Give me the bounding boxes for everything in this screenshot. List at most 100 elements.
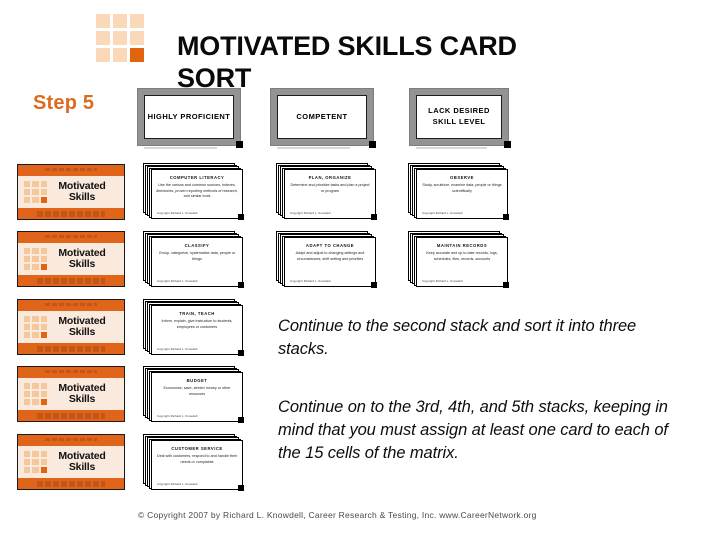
logo-cell (130, 31, 144, 45)
column-header-label: LACK DESIRED SKILL LEVEL (416, 95, 502, 139)
card-corner-marker-icon (238, 417, 244, 423)
card-body: Adapt and adjust to changing settings an… (295, 251, 365, 261)
card-body: Use the various and common sources, inde… (156, 183, 238, 199)
ms-card-bottom-band (18, 275, 124, 286)
column-header-highly-proficient: HIGHLY PROFICIENT (137, 88, 243, 149)
instruction-paragraph-1: Continue to the second stack and sort it… (278, 317, 637, 358)
logo-cell (113, 48, 127, 62)
ms-card-grid-icon (24, 451, 47, 473)
card-body: Determine and prioritize tasks and plan … (290, 183, 370, 193)
card-title: MAINTAIN RECORDS (436, 243, 488, 249)
card-title: OBSERVE (450, 175, 474, 181)
ms-card-title: Motivated Skills (58, 246, 106, 270)
card-corner-marker-icon (238, 214, 244, 220)
column-header-label: COMPETENT (277, 95, 367, 139)
ms-card-body: Motivated Skills (18, 176, 124, 208)
card-corner-marker-icon (236, 141, 243, 148)
card-corner-marker-icon (238, 350, 244, 356)
motivated-skills-logo-icon (96, 14, 144, 62)
slide-canvas: Step 5 MOTIVATED SKILLS CARD SORT HIGHLY… (0, 0, 720, 540)
card-title: CUSTOMER SERVICE (171, 446, 223, 452)
card-corner-marker-icon (503, 214, 509, 220)
card-body: Deal with customers, respond to and hand… (156, 454, 238, 464)
card-body: Inform, explain, give instruction to stu… (161, 319, 233, 329)
motivated-skills-card: Motivated Skills (17, 231, 125, 287)
stack-front-card[interactable]: BUDGET Economize, save, stretch money or… (151, 372, 243, 423)
card-body: Study, scrutinize, examine data, people … (422, 183, 502, 193)
card-corner-marker-icon (371, 214, 377, 220)
card-footer: Copyright Richard L. Knowdell (422, 279, 463, 284)
card-corner-marker-icon (503, 282, 509, 288)
stack-front-card[interactable]: CUSTOMER SERVICE Deal with customers, re… (151, 440, 243, 491)
card-stack[interactable]: CUSTOMER SERVICE Deal with customers, re… (143, 434, 244, 492)
card-footer: Copyright Richard L. Knowdell (157, 211, 198, 216)
stack-front-card[interactable]: PLAN, ORGANIZE Determine and prioritize … (284, 169, 376, 220)
ms-card-body: Motivated Skills (18, 243, 124, 275)
page-title: MOTIVATED SKILLS CARD SORT (177, 31, 517, 93)
ms-card-top-band (18, 367, 124, 378)
column-header-label: HIGHLY PROFICIENT (144, 95, 234, 139)
stack-front-card[interactable]: ADAPT TO CHANGE Adapt and adjust to chan… (284, 237, 376, 288)
ms-card-top-band (18, 165, 124, 176)
stack-front-card[interactable]: CLASSIFY Group, categorize, systematize … (151, 237, 243, 288)
card-footer: Copyright Richard L. Knowdell (422, 211, 463, 216)
ms-card-bottom-band (18, 410, 124, 421)
ms-card-grid-icon (24, 316, 47, 338)
card-stack[interactable]: PLAN, ORGANIZE Determine and prioritize … (276, 163, 377, 221)
column-header-competent: COMPETENT (270, 88, 376, 149)
ms-card-grid-icon (24, 181, 47, 203)
ms-card-bottom-band (18, 208, 124, 219)
stack-shadow-line (277, 147, 351, 149)
card-title: PLAN, ORGANIZE (308, 175, 352, 181)
ms-card-bottom-band (18, 343, 124, 354)
ms-card-top-band (18, 232, 124, 243)
logo-cell (113, 31, 127, 45)
stack-front-card[interactable]: OBSERVE Study, scrutinize, examine data,… (416, 169, 508, 220)
card-stack[interactable]: MAINTAIN RECORDS Keep accurate and up to… (408, 231, 509, 289)
stack-front-card[interactable]: COMPUTER LITERACY Use the various and co… (151, 169, 243, 220)
card-footer: Copyright Richard L. Knowdell (157, 347, 198, 352)
card-stack[interactable]: COMPUTER LITERACY Use the various and co… (143, 163, 244, 221)
logo-cell (130, 14, 144, 28)
logo-cell-accent (130, 48, 144, 62)
card-corner-marker-icon (369, 141, 376, 148)
step-label: Step 5 (33, 92, 95, 114)
card-stack[interactable]: CLASSIFY Group, categorize, systematize … (143, 231, 244, 289)
ms-card-title: Motivated Skills (58, 449, 106, 473)
card-corner-marker-icon (238, 485, 244, 491)
card-stack[interactable]: ADAPT TO CHANGE Adapt and adjust to chan… (276, 231, 377, 289)
ms-card-grid-icon (24, 383, 47, 405)
logo-cell (96, 48, 110, 62)
instruction-paragraph-2: Continue on to the 3rd, 4th, and 5th sta… (278, 398, 668, 462)
stack-front-card[interactable]: TRAIN, TEACH Inform, explain, give instr… (151, 305, 243, 356)
ms-card-body: Motivated Skills (18, 311, 124, 343)
card-corner-marker-icon (371, 282, 377, 288)
logo-cell (96, 31, 110, 45)
stack-shadow-line (416, 147, 487, 149)
card-stack[interactable]: TRAIN, TEACH Inform, explain, give instr… (143, 299, 244, 357)
card-stack[interactable]: OBSERVE Study, scrutinize, examine data,… (408, 163, 509, 221)
card-footer: Copyright Richard L. Knowdell (157, 482, 198, 487)
card-title: TRAIN, TEACH (179, 311, 215, 317)
motivated-skills-card: Motivated Skills (17, 299, 125, 355)
logo-cell (113, 14, 127, 28)
card-title: CLASSIFY (184, 243, 210, 249)
column-header-lack-desired-skill-level: LACK DESIRED SKILL LEVEL (409, 88, 511, 149)
stack-front-card[interactable]: MAINTAIN RECORDS Keep accurate and up to… (416, 237, 508, 288)
card-corner-marker-icon (238, 282, 244, 288)
card-footer: Copyright Richard L. Knowdell (157, 414, 198, 419)
ms-card-bottom-band (18, 478, 124, 489)
ms-card-top-band (18, 300, 124, 311)
card-footer: Copyright Richard L. Knowdell (157, 279, 198, 284)
motivated-skills-card: Motivated Skills (17, 164, 125, 220)
ms-card-title: Motivated Skills (58, 179, 106, 203)
card-body: Economize, save, stretch money or other … (163, 386, 231, 396)
ms-card-body: Motivated Skills (18, 446, 124, 478)
logo-cell (96, 14, 110, 28)
motivated-skills-card: Motivated Skills (17, 434, 125, 490)
card-stack[interactable]: BUDGET Economize, save, stretch money or… (143, 366, 244, 424)
card-footer: Copyright Richard L. Knowdell (290, 211, 331, 216)
ms-card-title: Motivated Skills (58, 314, 106, 338)
card-footer: Copyright Richard L. Knowdell (290, 279, 331, 284)
card-title: ADAPT TO CHANGE (305, 243, 355, 249)
